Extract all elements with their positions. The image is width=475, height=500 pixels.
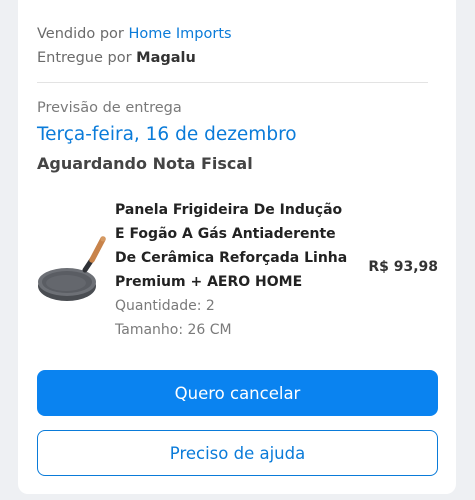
product-name-line: De Cerâmica Reforçada Linha (115, 250, 348, 266)
seller-name-link[interactable]: Home Imports (128, 26, 231, 42)
delivered-by-name: Magalu (136, 50, 196, 66)
delivered-by-line: Entregue por Magalu (37, 46, 232, 70)
product-name-line: E Fogão A Gás Antiaderente (115, 226, 336, 242)
frying-pan-image[interactable] (37, 228, 109, 308)
product-price: R$ 93,98 (368, 259, 438, 275)
product-info: Panela Frigideira De Indução E Fogão A G… (115, 198, 350, 342)
delivery-date: Terça-feira, 16 de dezembro (37, 124, 297, 145)
product-name-line: Panela Frigideira De Indução (115, 202, 343, 218)
sold-by-line: Vendido por Home Imports (37, 22, 232, 46)
cancel-order-button[interactable]: Quero cancelar (37, 370, 438, 416)
order-status: Aguardando Nota Fiscal (37, 154, 253, 173)
order-card: Vendido por Home Imports Entregue por Ma… (18, 0, 456, 494)
sold-by-prefix: Vendido por (37, 26, 129, 42)
product-quantity: Quantidade: 2 (115, 298, 215, 314)
product-name-line: Premium + AERO HOME (115, 274, 303, 290)
seller-info: Vendido por Home Imports Entregue por Ma… (37, 22, 232, 70)
help-button[interactable]: Preciso de ajuda (37, 430, 438, 476)
delivery-label: Previsão de entrega (37, 100, 182, 116)
frying-pan-icon (38, 236, 106, 301)
delivered-by-prefix: Entregue por (37, 50, 137, 66)
product-size: Tamanho: 26 CM (115, 322, 232, 338)
divider (37, 82, 428, 83)
product-name[interactable]: Panela Frigideira De Indução E Fogão A G… (115, 198, 350, 294)
